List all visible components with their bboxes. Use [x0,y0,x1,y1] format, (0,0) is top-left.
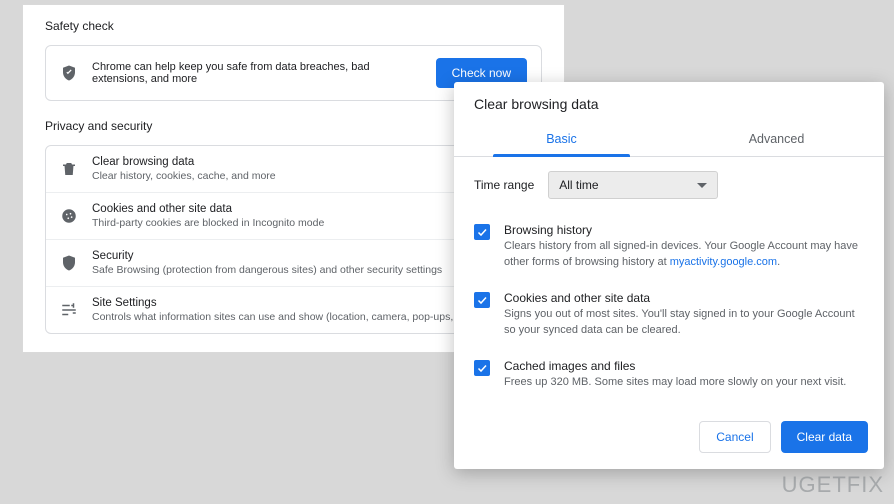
option-title: Browsing history [504,223,864,237]
safety-check-heading: Safety check [45,19,542,33]
cancel-button[interactable]: Cancel [699,421,770,453]
option-description: Signs you out of most sites. You'll stay… [504,307,864,339]
trash-icon [60,160,78,178]
tab-basic[interactable]: Basic [454,122,669,156]
clear-data-button[interactable]: Clear data [781,421,868,453]
chevron-down-icon [697,183,707,188]
tab-advanced[interactable]: Advanced [669,122,884,156]
option-cached: Cached images and files Frees up 320 MB.… [474,349,864,401]
tune-icon [60,301,78,319]
cookie-icon [60,207,78,225]
checkbox-browsing-history[interactable] [474,224,490,240]
shield-icon [60,254,78,272]
option-title: Cookies and other site data [504,291,864,305]
option-browsing-history: Browsing history Clears history from all… [474,213,864,281]
checkbox-cookies[interactable] [474,292,490,308]
time-range-select[interactable]: All time [548,171,718,199]
clear-browsing-data-dialog: Clear browsing data Basic Advanced Time … [454,82,884,469]
option-title: Cached images and files [504,359,864,373]
watermark: UGETFIX [782,472,884,498]
time-range-value: All time [559,178,598,192]
shield-icon [60,64,78,82]
dialog-actions: Cancel Clear data [454,415,884,457]
option-description: Clears history from all signed-in device… [504,239,864,271]
option-description: Frees up 320 MB. Some sites may load mor… [504,375,864,391]
time-range-label: Time range [474,178,534,192]
dialog-title: Clear browsing data [454,96,884,122]
safety-check-message: Chrome can help keep you safe from data … [92,61,422,85]
time-range-row: Time range All time [454,157,884,207]
checkbox-cached[interactable] [474,360,490,376]
option-cookies: Cookies and other site data Signs you ou… [474,281,864,349]
dialog-options: Browsing history Clears history from all… [454,207,884,415]
myactivity-link[interactable]: myactivity.google.com [670,256,777,268]
dialog-tabs: Basic Advanced [454,122,884,157]
